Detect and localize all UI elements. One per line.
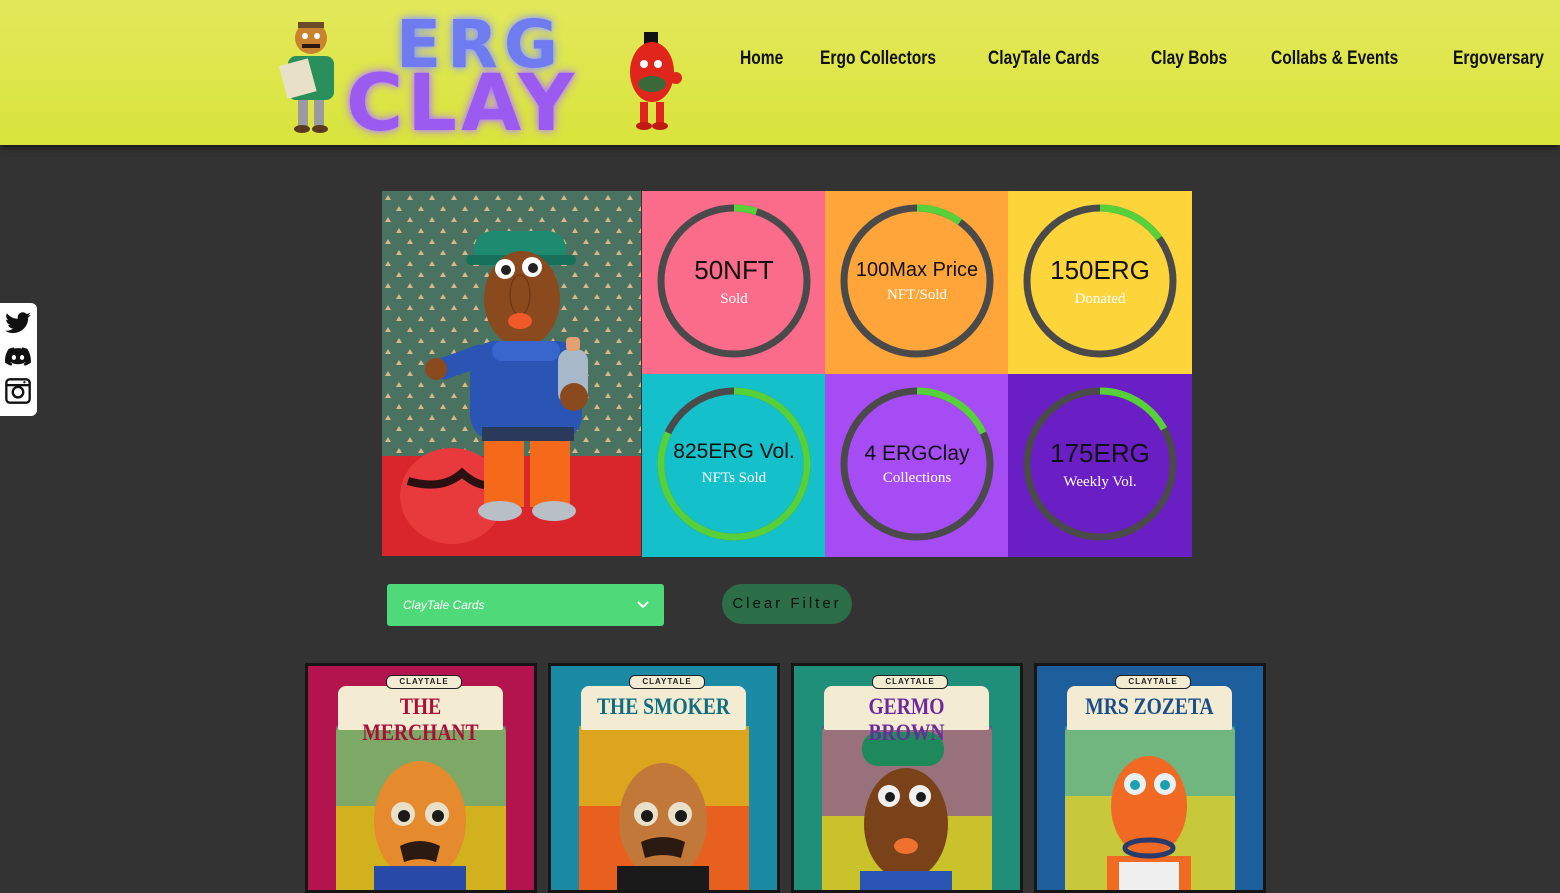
card-title: GERMO BROWN bbox=[868, 694, 945, 745]
stat-tile-weekly-volume: 175ERG Weekly Vol. bbox=[1008, 374, 1192, 557]
stat-value: 100Max Price bbox=[855, 259, 979, 281]
nav-clay-bobs[interactable]: Clay Bobs bbox=[1151, 48, 1227, 78]
stat-value: 175ERG bbox=[1050, 438, 1150, 468]
card-mrs-zozeta[interactable]: CLAYTALE MRS ZOZETA bbox=[1034, 663, 1266, 893]
clay-figure-red-icon bbox=[630, 32, 682, 130]
card-title: MRS ZOZETA bbox=[1085, 694, 1214, 719]
main-nav: Home Ergo Collectors ClayTale Cards Clay… bbox=[740, 48, 1560, 78]
card-claytale-badge: CLAYTALE bbox=[629, 675, 705, 689]
instagram-icon[interactable] bbox=[4, 377, 32, 405]
nav-claytale-cards[interactable]: ClayTale Cards bbox=[988, 48, 1099, 78]
card-claytale-badge: CLAYTALE bbox=[386, 675, 462, 689]
clay-figure-reader-icon bbox=[278, 22, 334, 133]
social-bar bbox=[0, 303, 37, 416]
nav-collabs-events[interactable]: Collabs & Events bbox=[1271, 48, 1398, 78]
stats-panel: 50NFT Sold 100Max Price NFT/Sold 150ERG … bbox=[382, 191, 1192, 557]
stat-label: Weekly Vol. bbox=[1063, 474, 1137, 490]
stat-tile-collections: 4 ERGClay Collections bbox=[825, 374, 1009, 557]
nav-ergoversary[interactable]: Ergoversary bbox=[1453, 48, 1544, 78]
card-title: THE SMOKER bbox=[596, 694, 731, 719]
card-the-smoker[interactable]: CLAYTALE THE SMOKER bbox=[548, 663, 780, 893]
card-claytale-badge: CLAYTALE bbox=[872, 675, 948, 689]
stat-ring bbox=[657, 387, 811, 541]
stat-tile-nft-sold: 50NFT Sold bbox=[642, 191, 826, 374]
site-header: ERG CLAY Home Ergo Collectors ClayTale C… bbox=[0, 0, 1560, 145]
stat-label: NFT/Sold bbox=[886, 287, 947, 303]
stat-value: 50NFT bbox=[694, 255, 774, 285]
stat-value: 150ERG bbox=[1050, 255, 1150, 285]
filter-selected-value: ClayTale Cards bbox=[403, 598, 485, 612]
stat-tile-max-price: 100Max Price NFT/Sold bbox=[825, 191, 1009, 374]
card-the-merchant[interactable]: CLAYTALE THE MERCHANT bbox=[305, 663, 537, 893]
ergclay-logo[interactable]: ERG CLAY bbox=[276, 8, 696, 144]
stat-value: 825ERG Vol. bbox=[673, 440, 795, 463]
logo-clay-text: CLAY bbox=[346, 59, 579, 149]
stat-label: Donated bbox=[1074, 291, 1126, 307]
stat-label: Collections bbox=[882, 470, 952, 486]
stat-value: 4 ERGClay bbox=[864, 442, 970, 465]
stat-tile-donated: 150ERG Donated bbox=[1008, 191, 1192, 374]
featured-clay-figure-photo bbox=[382, 191, 641, 556]
nav-home[interactable]: Home bbox=[740, 48, 783, 78]
stat-label: NFTs Sold bbox=[701, 470, 767, 486]
nav-ergo-collectors[interactable]: Ergo Collectors bbox=[820, 48, 936, 78]
twitter-icon[interactable] bbox=[4, 309, 32, 337]
stat-label: Sold bbox=[720, 291, 748, 307]
clear-filter-button[interactable]: Clear Filter bbox=[722, 584, 852, 624]
card-germo-brown[interactable]: CLAYTALE GERMO BROWN bbox=[791, 663, 1023, 893]
stat-tile-volume: 825ERG Vol. NFTs Sold bbox=[642, 374, 826, 557]
card-claytale-badge: CLAYTALE bbox=[1115, 675, 1191, 689]
discord-icon[interactable] bbox=[4, 343, 32, 371]
chevron-down-icon bbox=[637, 601, 649, 609]
card-title: THE MERCHANT bbox=[362, 694, 479, 745]
collection-filter-dropdown[interactable]: ClayTale Cards bbox=[387, 584, 664, 626]
